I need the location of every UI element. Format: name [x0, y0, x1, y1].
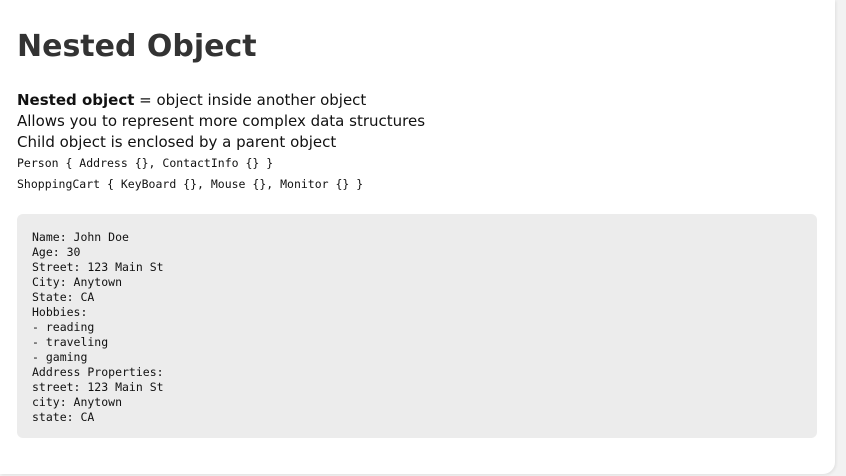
output-line: Age: 30 [32, 245, 81, 259]
example-person: Person { Address {}, ContactInfo {} } [17, 156, 274, 170]
output-line: State: CA [32, 290, 95, 304]
description-line-parent: Child object is enclosed by a parent obj… [17, 133, 337, 151]
intro-section: Nested object = object inside another ob… [17, 90, 425, 195]
output-line: Street: 123 Main St [32, 260, 164, 274]
output-line: - reading [32, 320, 95, 334]
output-line: city: Anytown [32, 395, 123, 409]
output-line: Name: John Doe [32, 230, 129, 244]
page-card: Nested Object Nested object = object ins… [0, 0, 835, 474]
output-line: City: Anytown [32, 275, 123, 289]
output-line: - traveling [32, 335, 109, 349]
description-line-structures: Allows you to represent more complex dat… [17, 112, 426, 130]
definition-term: Nested object [17, 91, 135, 109]
definition-text: = object inside another object [134, 91, 367, 109]
output-line: - gaming [32, 350, 88, 364]
output-line: Hobbies: [32, 305, 88, 319]
output-line: state: CA [32, 410, 95, 424]
output-line: Address Properties: [32, 365, 164, 379]
output-line: street: 123 Main St [32, 380, 164, 394]
console-output-box: Name: John Doe Age: 30 Street: 123 Main … [17, 214, 817, 438]
example-shopping-cart: ShoppingCart { KeyBoard {}, Mouse {}, Mo… [17, 177, 364, 191]
page-title: Nested Object [17, 29, 257, 64]
definition-line: Nested object = object inside another ob… [17, 90, 425, 111]
